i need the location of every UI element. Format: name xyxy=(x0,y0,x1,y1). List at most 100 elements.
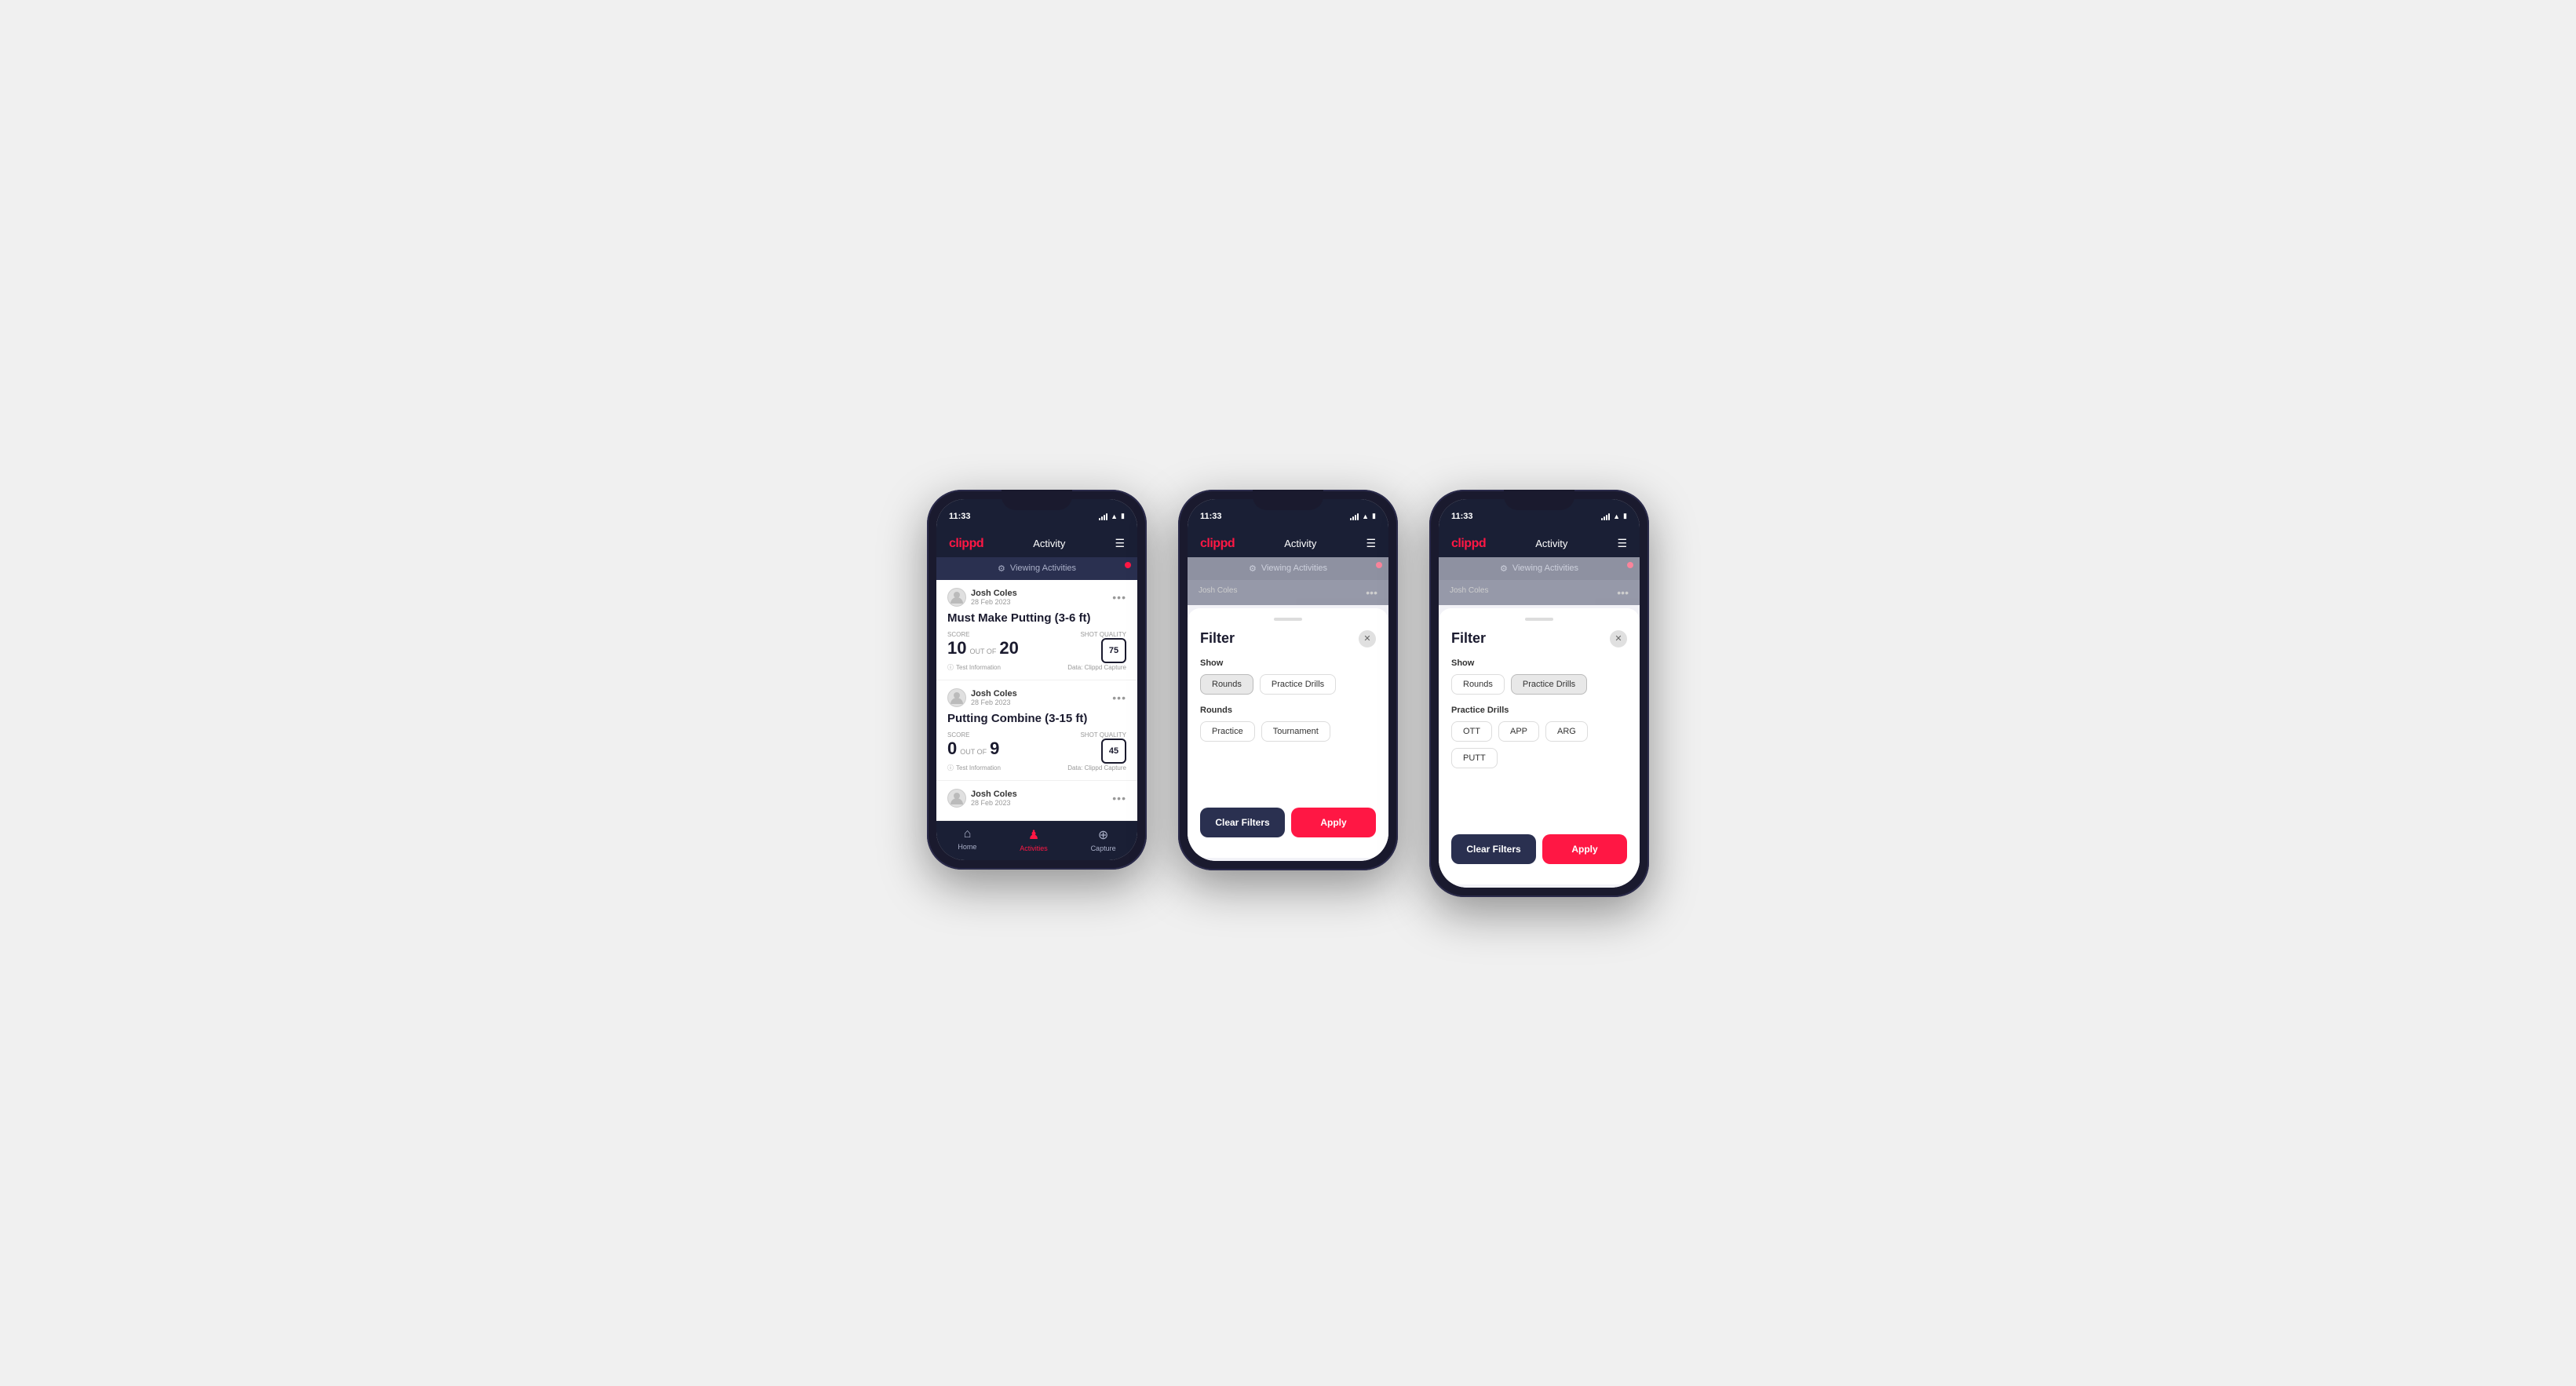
activity-item-3[interactable]: Josh Coles 28 Feb 2023 ••• xyxy=(936,781,1137,821)
practice-chip-2[interactable]: Practice xyxy=(1200,721,1255,742)
filter-content-3: Filter ✕ Show Rounds Practice Drills Pra… xyxy=(1439,608,1640,874)
time-2: 11:33 xyxy=(1200,512,1222,521)
practice-drills-chip-3[interactable]: Practice Drills xyxy=(1511,674,1587,695)
practice-drills-label-3: Practice Drills xyxy=(1451,706,1627,715)
user-name-1: Josh Coles xyxy=(971,589,1017,598)
quality-section-2: Shot Quality 45 xyxy=(1080,731,1126,764)
home-label: Home xyxy=(958,843,976,851)
rounds-chip-2[interactable]: Rounds xyxy=(1200,674,1253,695)
notch-3 xyxy=(1504,490,1574,510)
hamburger-icon-2[interactable]: ☰ xyxy=(1366,537,1376,550)
activity-title-1: Must Make Putting (3-6 ft) xyxy=(947,611,1126,625)
filter-actions-3: Clear Filters Apply xyxy=(1451,826,1627,864)
capture-label: Capture xyxy=(1091,844,1116,852)
arg-chip-3[interactable]: ARG xyxy=(1545,721,1588,742)
user-name-2: Josh Coles xyxy=(971,689,1017,698)
rounds-label-2: Rounds xyxy=(1200,706,1376,715)
user-info-1: Josh Coles 28 Feb 2023 xyxy=(947,588,1017,607)
home-icon: ⌂ xyxy=(964,827,972,841)
battery-icon: ▮ xyxy=(1121,512,1125,520)
phone-3-screen: 11:33 ▲ ▮ clippd Activity ☰ xyxy=(1439,499,1640,888)
score-label-2: Score xyxy=(947,731,999,739)
filter-header-2: Filter ✕ xyxy=(1200,630,1376,647)
close-button-3[interactable]: ✕ xyxy=(1610,630,1627,647)
clear-filters-button-2[interactable]: Clear Filters xyxy=(1200,808,1285,837)
user-date-3: 28 Feb 2023 xyxy=(971,799,1017,807)
close-button-2[interactable]: ✕ xyxy=(1359,630,1376,647)
viewing-bar-2-dim: ⚙ Viewing Activities xyxy=(1188,557,1388,580)
time-1: 11:33 xyxy=(949,512,971,521)
info-icon-1: ⓘ xyxy=(947,663,954,672)
hamburger-icon-1[interactable]: ☰ xyxy=(1115,537,1125,550)
practice-drills-chip-2[interactable]: Practice Drills xyxy=(1260,674,1336,695)
header-title-3: Activity xyxy=(1535,538,1567,549)
app-header-2: clippd Activity ☰ xyxy=(1188,531,1388,557)
viewing-text-2: Viewing Activities xyxy=(1261,564,1327,573)
activity-item-1[interactable]: Josh Coles 28 Feb 2023 ••• Must Make Put… xyxy=(936,580,1137,680)
viewing-bar-3-dim: ⚙ Viewing Activities xyxy=(1439,557,1640,580)
signal-icon xyxy=(1099,512,1107,520)
nav-capture[interactable]: ⊕ Capture xyxy=(1091,827,1116,852)
test-info-2: ⓘ Test Information xyxy=(947,764,1001,772)
viewing-bar-1[interactable]: ⚙ Viewing Activities xyxy=(936,557,1137,580)
nav-home[interactable]: ⌂ Home xyxy=(958,827,976,852)
user-details-2: Josh Coles 28 Feb 2023 xyxy=(971,689,1017,706)
nav-activities[interactable]: ♟ Activities xyxy=(1020,827,1048,852)
apply-button-2[interactable]: Apply xyxy=(1291,808,1376,837)
rounds-chip-3[interactable]: Rounds xyxy=(1451,674,1505,695)
app-header-3: clippd Activity ☰ xyxy=(1439,531,1640,557)
ott-chip-3[interactable]: OTT xyxy=(1451,721,1492,742)
show-chips-2: Rounds Practice Drills xyxy=(1200,674,1376,695)
activity-list-1: Josh Coles 28 Feb 2023 ••• Must Make Put… xyxy=(936,580,1137,821)
quality-badge-2: 45 xyxy=(1101,739,1126,764)
bottom-nav-1: ⌂ Home ♟ Activities ⊕ Capture xyxy=(936,821,1137,860)
score-section-2: Score 0 OUT OF 9 xyxy=(947,731,999,759)
apply-button-3[interactable]: Apply xyxy=(1542,834,1627,864)
user-date-2: 28 Feb 2023 xyxy=(971,698,1017,706)
activity-item-2[interactable]: Josh Coles 28 Feb 2023 ••• Putting Combi… xyxy=(936,680,1137,781)
viewing-text-1: Viewing Activities xyxy=(1010,564,1076,573)
rounds-chips-2: Practice Tournament xyxy=(1200,721,1376,742)
dots-menu-1[interactable]: ••• xyxy=(1112,591,1126,604)
shots-value-2: 9 xyxy=(990,739,999,759)
test-info-1: ⓘ Test Information xyxy=(947,663,1001,672)
signal-icon-2 xyxy=(1350,512,1359,520)
filter-title-3: Filter xyxy=(1451,630,1486,647)
hamburger-icon-3[interactable]: ☰ xyxy=(1617,537,1627,550)
notification-dot-1 xyxy=(1125,562,1131,568)
user-info-3: Josh Coles 28 Feb 2023 xyxy=(947,789,1017,808)
sheet-bottom-3 xyxy=(1439,874,1640,884)
notification-dot-3 xyxy=(1627,562,1633,568)
tournament-chip-2[interactable]: Tournament xyxy=(1261,721,1330,742)
filter-header-3: Filter ✕ xyxy=(1451,630,1627,647)
signal-icon-3 xyxy=(1601,512,1610,520)
score-value-1: 10 xyxy=(947,638,966,658)
activity-title-2: Putting Combine (3-15 ft) xyxy=(947,712,1126,725)
filter-icon-2: ⚙ xyxy=(1249,564,1257,574)
avatar-1 xyxy=(947,588,966,607)
user-date-1: 28 Feb 2023 xyxy=(971,598,1017,606)
activities-label: Activities xyxy=(1020,844,1048,852)
filter-sheet-2: Filter ✕ Show Rounds Practice Drills Rou… xyxy=(1188,605,1388,861)
user-details-3: Josh Coles 28 Feb 2023 xyxy=(971,790,1017,807)
filter-sheet-3: Filter ✕ Show Rounds Practice Drills Pra… xyxy=(1439,605,1640,888)
info-icon-2: ⓘ xyxy=(947,764,954,772)
data-source-2: Data: Clippd Capture xyxy=(1067,764,1126,771)
time-3: 11:33 xyxy=(1451,512,1473,521)
activity-header-1: Josh Coles 28 Feb 2023 ••• xyxy=(947,588,1126,607)
user-info-2: Josh Coles 28 Feb 2023 xyxy=(947,688,1017,707)
status-icons-3: ▲ ▮ xyxy=(1601,512,1627,520)
show-label-3: Show xyxy=(1451,658,1627,668)
dim-user-row: Josh Coles ••• xyxy=(1188,580,1388,605)
putt-chip-3[interactable]: PUTT xyxy=(1451,748,1498,768)
data-source-1: Data: Clippd Capture xyxy=(1067,664,1126,671)
clear-filters-button-3[interactable]: Clear Filters xyxy=(1451,834,1536,864)
dots-menu-3[interactable]: ••• xyxy=(1112,792,1126,804)
user-name-3: Josh Coles xyxy=(971,790,1017,799)
app-header-1: clippd Activity ☰ xyxy=(936,531,1137,557)
battery-icon-3: ▮ xyxy=(1623,512,1627,520)
show-chips-3: Rounds Practice Drills xyxy=(1451,674,1627,695)
app-chip-3[interactable]: APP xyxy=(1498,721,1539,742)
dots-menu-2[interactable]: ••• xyxy=(1112,691,1126,704)
logo-3: clippd xyxy=(1451,537,1486,551)
